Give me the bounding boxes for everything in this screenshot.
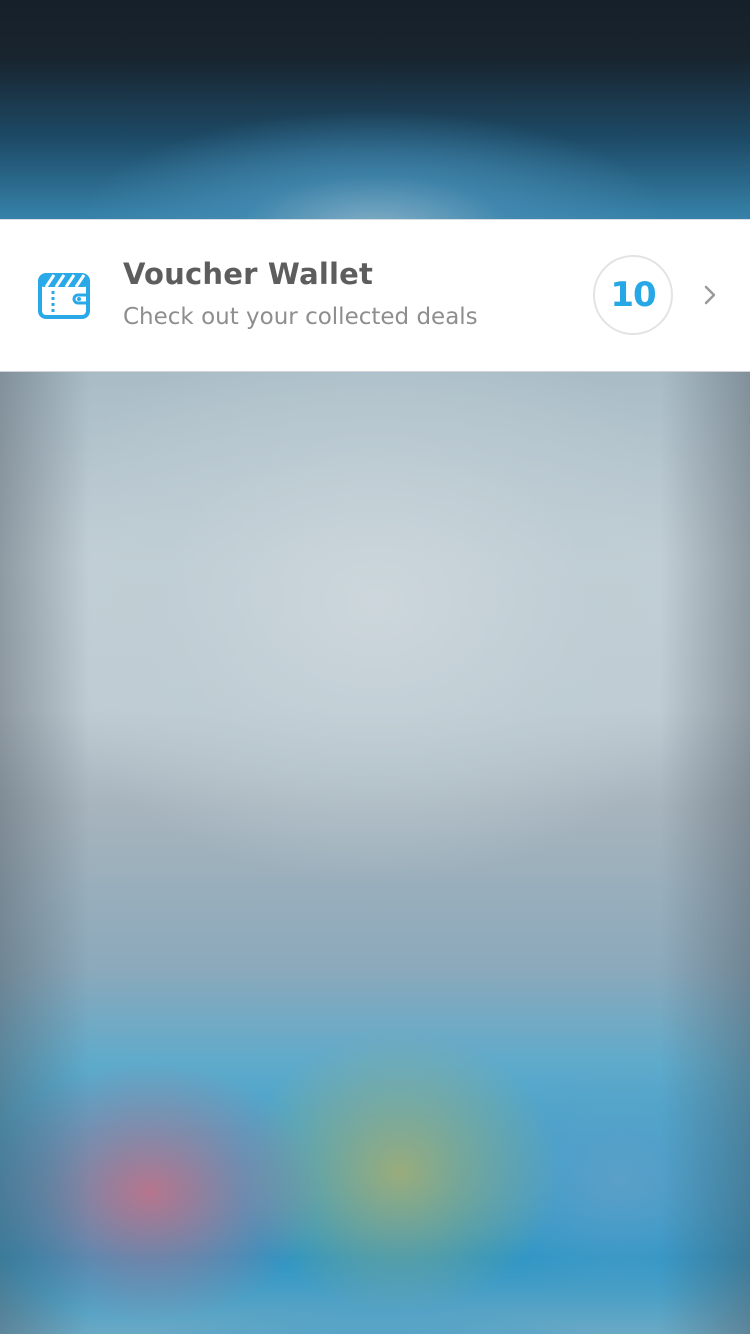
voucher-wallet-subtitle: Check out your collected deals <box>123 304 478 330</box>
chevron-right-icon <box>700 283 720 307</box>
voucher-wallet-title: Voucher Wallet <box>123 257 374 291</box>
blurred-background-top <box>0 0 750 230</box>
blurred-background <box>0 0 750 1334</box>
voucher-wallet-row[interactable]: Voucher Wallet Check out your collected … <box>0 219 750 372</box>
voucher-wallet-text: Voucher Wallet Check out your collected … <box>123 256 478 332</box>
blurred-background-vignette <box>0 372 750 1334</box>
voucher-count-value: 10 <box>610 275 656 315</box>
voucher-count-badge: 10 <box>593 255 673 335</box>
wallet-icon <box>38 273 90 319</box>
